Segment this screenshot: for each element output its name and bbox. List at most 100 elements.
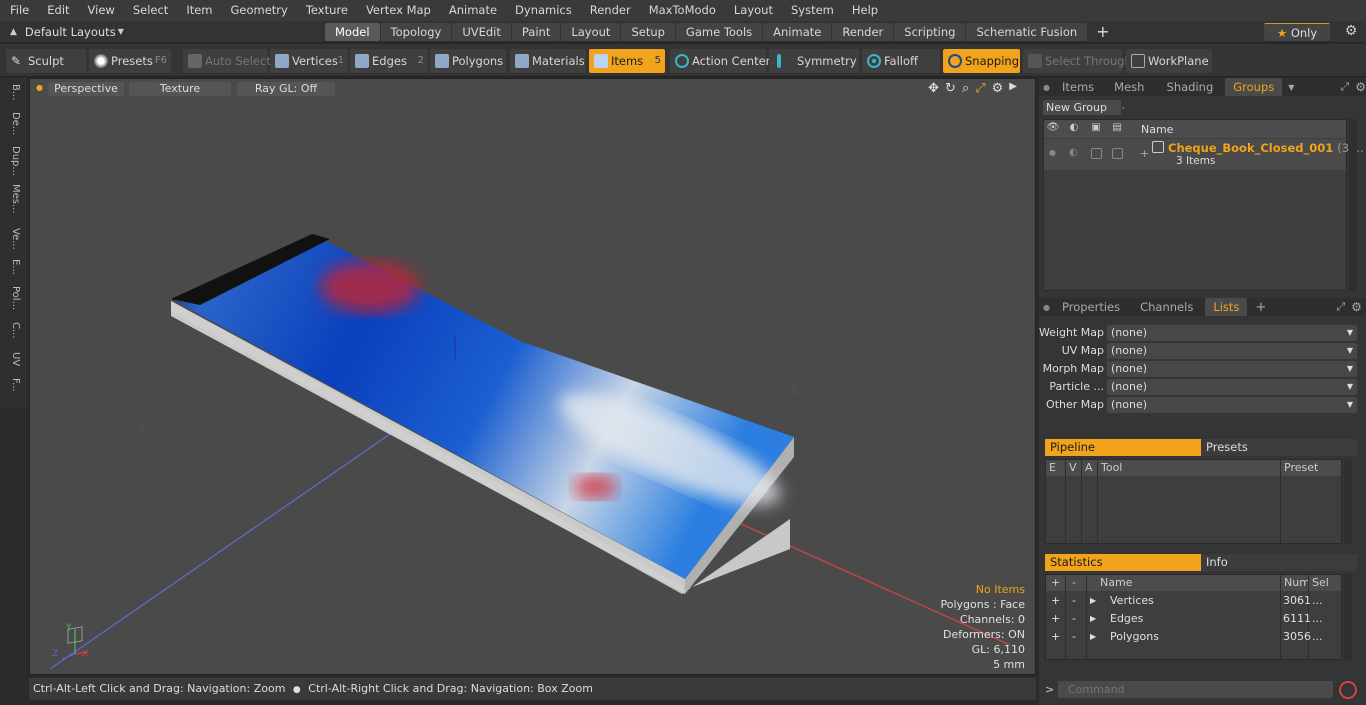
add-tab-icon[interactable]: + — [1255, 300, 1266, 315]
chevron-right-icon[interactable]: ▶ — [1009, 81, 1017, 96]
stat-remove-button[interactable]: - — [1072, 630, 1076, 643]
left-tab-5[interactable]: E... — [5, 259, 21, 275]
gear-icon[interactable]: ⚙ — [1355, 80, 1366, 94]
tab-presets[interactable]: Presets — [1201, 439, 1357, 456]
menu-render[interactable]: Render — [584, 0, 637, 21]
select-checkbox[interactable] — [1112, 148, 1123, 159]
left-tab-1[interactable]: De... — [5, 112, 21, 135]
menu-edit[interactable]: Edit — [41, 0, 75, 21]
left-tab-7[interactable]: C... — [5, 322, 21, 339]
texture-button[interactable]: Texture — [129, 82, 231, 96]
snapping-button[interactable]: Snapping — [943, 49, 1020, 73]
symmetry-button[interactable]: Symmetry — [769, 49, 859, 73]
expand-plus-icon[interactable]: + — [1140, 147, 1149, 160]
zoom-icon[interactable]: ⌕ — [962, 81, 969, 96]
left-tab-9[interactable]: F... — [5, 378, 21, 392]
tab-uvedit[interactable]: UVEdit — [452, 22, 511, 41]
tab-model[interactable]: Model — [325, 22, 380, 41]
tab-topology[interactable]: Topology — [380, 22, 452, 41]
command-run-button[interactable] — [1339, 681, 1357, 699]
vertices-button[interactable]: Vertices 1 — [270, 49, 348, 73]
tab-channels[interactable]: Channels — [1132, 298, 1201, 316]
menu-item[interactable]: Item — [180, 0, 218, 21]
left-tab-8[interactable]: UV — [5, 352, 21, 366]
tab-shading[interactable]: Shading — [1159, 78, 1222, 96]
statistics-scrollbar[interactable] — [1344, 574, 1352, 660]
rotate-icon[interactable]: ↻ — [945, 81, 956, 96]
tab-mesh[interactable]: Mesh ... — [1106, 78, 1154, 112]
gear-icon[interactable]: ⚙ — [1342, 23, 1360, 41]
presets-button[interactable]: Presets F6 — [89, 49, 171, 73]
render-icon[interactable]: ◐ — [1067, 122, 1081, 136]
materials-button[interactable]: Materials — [510, 49, 586, 73]
raygl-button[interactable]: Ray GL: Off — [237, 82, 335, 96]
tab-pipeline[interactable]: Pipeline — [1045, 439, 1201, 456]
command-input[interactable] — [1058, 681, 1333, 698]
tab-scripting[interactable]: Scripting — [894, 22, 966, 41]
add-tab-button[interactable]: + — [1096, 22, 1109, 41]
morph-map-select[interactable]: (none) ▼ — [1107, 361, 1357, 377]
pipeline-scrollbar[interactable] — [1344, 459, 1352, 544]
left-tab-3[interactable]: Mes... — [5, 184, 21, 214]
gear-icon[interactable]: ⚙ — [1351, 300, 1362, 314]
eye-icon[interactable]: 👁 — [1046, 122, 1060, 136]
stat-add-button[interactable]: + — [1051, 594, 1060, 607]
stat-row-edges[interactable]: + - ▶ Edges 6111 ... — [1046, 610, 1341, 628]
left-tab-2[interactable]: Dup... — [5, 146, 21, 176]
menu-view[interactable]: View — [82, 0, 121, 21]
particle-select[interactable]: (none) ▼ — [1107, 379, 1357, 395]
tab-paint[interactable]: Paint — [511, 22, 561, 41]
menu-texture[interactable]: Texture — [300, 0, 354, 21]
left-tab-4[interactable]: Ve... — [5, 228, 21, 250]
weight-map-select[interactable]: (none) ▼ — [1107, 325, 1357, 341]
gear-icon[interactable]: ⚙ — [992, 81, 1004, 96]
viewport-menu-dot-icon[interactable]: ● — [36, 83, 43, 92]
workplane-button[interactable]: WorkPlane — [1126, 49, 1212, 73]
tab-layout[interactable]: Layout — [561, 22, 621, 41]
layout-selector[interactable]: ▲ Default Layouts ▼ — [0, 21, 325, 43]
select-through-button[interactable]: Select Through — [1023, 49, 1132, 73]
other-map-select[interactable]: (none) ▼ — [1107, 397, 1357, 413]
fit-icon[interactable]: ⤢ — [975, 81, 985, 96]
only-button[interactable]: ★ Only — [1264, 23, 1330, 41]
uv-map-select[interactable]: (none) ▼ — [1107, 343, 1357, 359]
tab-properties[interactable]: Properties — [1054, 298, 1128, 316]
left-tab-6[interactable]: Pol... — [5, 286, 21, 310]
expand-icon[interactable]: ⤢ — [1336, 300, 1345, 314]
chevron-down-icon[interactable]: ▼ — [1288, 83, 1294, 92]
stat-remove-button[interactable]: - — [1072, 612, 1076, 625]
move-icon[interactable]: ✥ — [928, 81, 939, 96]
left-tab-0[interactable]: B... — [5, 84, 21, 100]
menu-system[interactable]: System — [785, 0, 840, 21]
triangle-right-icon[interactable]: ▶ — [1090, 596, 1096, 605]
auto-select-button[interactable]: Auto Select — [183, 49, 271, 73]
menu-maxtomodo[interactable]: MaxToModo — [643, 0, 722, 21]
perspective-button[interactable]: Perspective — [48, 82, 124, 96]
stat-add-button[interactable]: + — [1051, 630, 1060, 643]
polygons-button[interactable]: Polygons — [430, 49, 506, 73]
menu-file[interactable]: File — [0, 0, 35, 21]
stat-add-button[interactable]: + — [1051, 612, 1060, 625]
sculpt-button[interactable]: ✎ Sculpt — [6, 49, 86, 73]
tab-setup[interactable]: Setup — [621, 22, 675, 41]
render-toggle-icon[interactable]: ◐ — [1069, 147, 1078, 158]
menu-layout[interactable]: Layout — [728, 0, 779, 21]
new-group-button[interactable]: New Group — [1043, 100, 1121, 115]
tab-statistics[interactable]: Statistics — [1045, 554, 1201, 571]
tab-game-tools[interactable]: Game Tools — [675, 22, 763, 41]
edges-button[interactable]: Edges 2 — [350, 49, 428, 73]
menu-help[interactable]: Help — [846, 0, 884, 21]
menu-geometry[interactable]: Geometry — [225, 0, 294, 21]
tab-animate[interactable]: Animate — [763, 22, 832, 41]
visibility-dot-icon[interactable]: ● — [1049, 148, 1056, 157]
triangle-right-icon[interactable]: ▶ — [1090, 632, 1096, 641]
triangle-right-icon[interactable]: ▶ — [1090, 614, 1096, 623]
expand-icon[interactable]: ⤢ — [1340, 80, 1349, 94]
tab-schematic-fusion[interactable]: Schematic Fusion — [966, 22, 1088, 41]
items-button[interactable]: Items 5 — [589, 49, 665, 73]
stat-row-polygons[interactable]: + - ▶ Polygons 3056 ... — [1046, 628, 1341, 646]
menu-dynamics[interactable]: Dynamics — [509, 0, 578, 21]
stat-remove-button[interactable]: - — [1072, 594, 1076, 607]
menu-animate[interactable]: Animate — [443, 0, 503, 21]
tab-items[interactable]: Items — [1054, 78, 1102, 96]
